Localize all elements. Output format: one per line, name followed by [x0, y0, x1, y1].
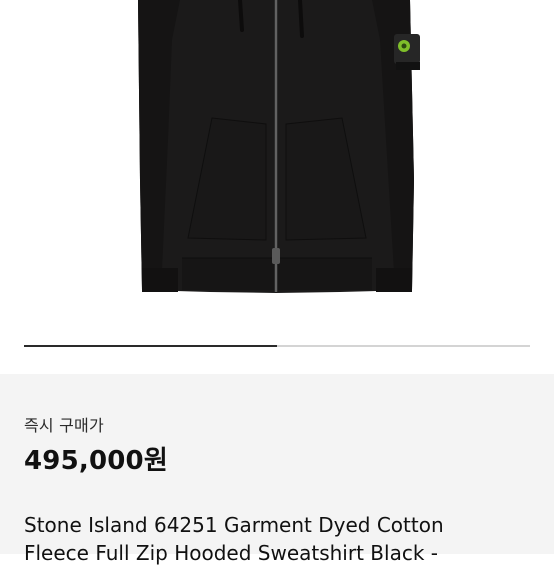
left-cuff [142, 268, 178, 292]
product-title-line-1: Stone Island 64251 Garment Dyed Cotton [24, 513, 444, 537]
product-title: Stone Island 64251 Garment Dyed Cotton F… [24, 511, 554, 567]
product-photo [138, 0, 420, 293]
carousel-progress-indicator [24, 345, 277, 347]
product-title-line-2: Fleece Full Zip Hooded Sweatshirt Black … [24, 541, 438, 565]
zipper-pull [272, 248, 280, 264]
instant-buy-price-label: 즉시 구매가 [24, 416, 104, 435]
instant-buy-price: 495,000원 [24, 446, 168, 476]
drawstring-left [238, 0, 244, 32]
compass-badge-icon [394, 34, 420, 70]
drawstring-right [298, 0, 304, 38]
carousel-progress-track[interactable] [24, 345, 530, 347]
right-cuff [376, 268, 412, 292]
product-image-carousel[interactable] [0, 0, 554, 374]
